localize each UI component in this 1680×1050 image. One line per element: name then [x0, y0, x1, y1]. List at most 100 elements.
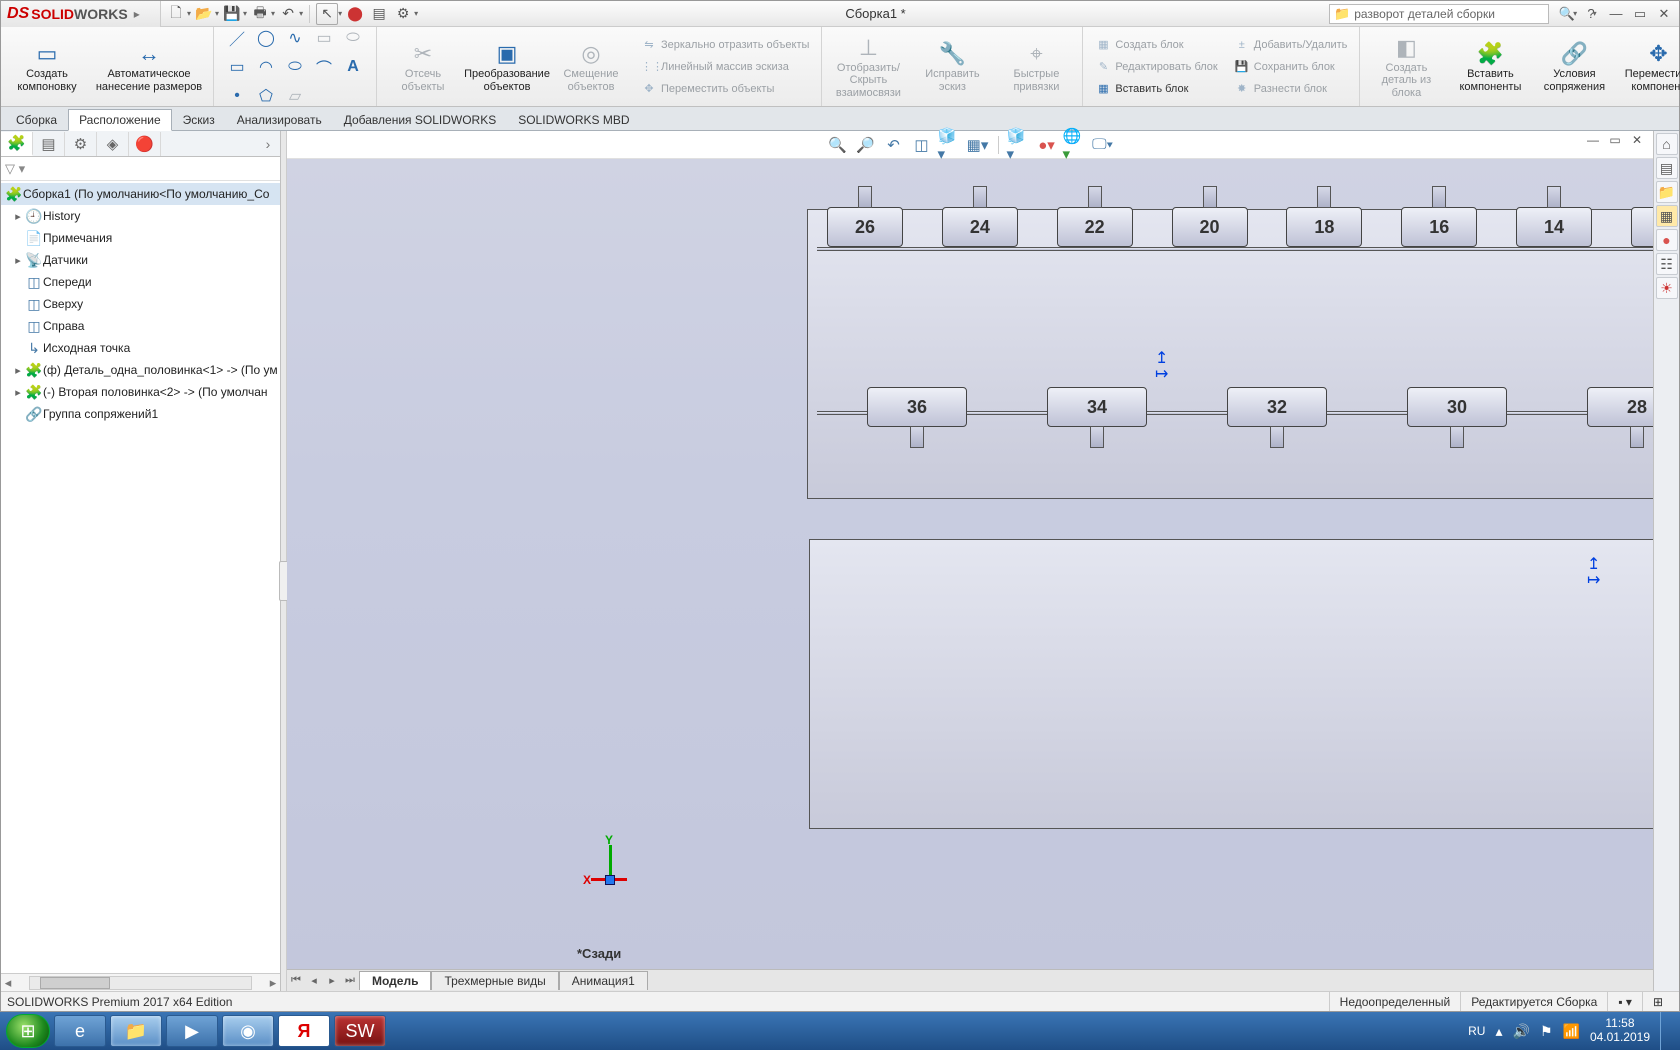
mates-button[interactable]: 🔗Условия сопряжения [1532, 27, 1616, 106]
cm-tab-2[interactable]: Эскиз [172, 109, 226, 130]
repair-sketch-button[interactable]: 🔧Исправить эскиз [910, 27, 994, 106]
save-button[interactable]: 💾 [221, 3, 243, 25]
forum-tab[interactable]: ☀ [1656, 277, 1678, 299]
mirror-button[interactable]: ⇋Зеркально отразить объекты [637, 35, 813, 55]
search-button[interactable]: 🔍▾ [1557, 4, 1579, 24]
feature-tree-tab[interactable]: 🧩 [1, 132, 33, 156]
dim-tab[interactable]: ◈ [97, 132, 129, 156]
fillet-icon[interactable]: ⌒ [311, 54, 337, 80]
new-file-button[interactable]: 🗋 [165, 3, 187, 25]
tree-item[interactable]: ▸📡Датчики [1, 249, 280, 271]
offset-button[interactable]: ◎Смещение объектов [549, 27, 633, 106]
tree-hscroll[interactable]: ◂ ▸ [1, 973, 280, 991]
tree-item[interactable]: ◫Спереди [1, 271, 280, 293]
zoom-fit-button[interactable]: 🔍 [826, 134, 850, 156]
rebuild-button[interactable]: ⬤ [344, 3, 366, 25]
cm-tab-3[interactable]: Анализировать [226, 109, 333, 130]
zoom-area-button[interactable]: 🔎 [854, 134, 878, 156]
trim-button[interactable]: ✂Отсечь объекты [381, 27, 465, 106]
make-block-button[interactable]: ▦Создать блок [1091, 35, 1221, 55]
tray-volume-icon[interactable]: 🔊 [1513, 1023, 1530, 1040]
auto-dim-button[interactable]: ↔ Автоматическое нанесение размеров [89, 27, 209, 106]
view-palette-tab[interactable]: ▦ [1656, 205, 1678, 227]
insert-block-button[interactable]: ▦Вставить блок [1091, 79, 1221, 99]
taskbar-ie[interactable]: e [54, 1015, 106, 1047]
doc-tab-1[interactable]: Трехмерные виды [431, 971, 558, 990]
ellipse-icon[interactable]: ⬭ [282, 54, 308, 80]
cm-tab-5[interactable]: SOLIDWORKS MBD [507, 109, 640, 130]
help-button[interactable]: ?▾ [1581, 4, 1603, 24]
open-file-button[interactable]: 📂 [193, 3, 215, 25]
tray-flag-icon[interactable]: ⚑ [1540, 1023, 1553, 1040]
make-part-button[interactable]: ◧Создать деталь из блока [1364, 27, 1448, 106]
tray-clock[interactable]: 11:58 04.01.2019 [1590, 1017, 1650, 1045]
taskbar-solidworks[interactable]: SW [334, 1015, 386, 1047]
model-canvas[interactable]: 2624222018161412 ↥↦ 3634323028 ↥↦ Y X *С… [287, 159, 1653, 969]
taskbar-yandex[interactable]: Я [278, 1015, 330, 1047]
status-view-button[interactable]: ⊞ [1642, 992, 1673, 1011]
section-view-button[interactable]: ◫ [910, 134, 934, 156]
rect-icon[interactable]: ▭ [311, 25, 337, 51]
property-tab[interactable]: ▤ [33, 132, 65, 156]
tree-root[interactable]: 🧩 Сборка1 (По умолчанию<По умолчанию_Со [1, 183, 280, 205]
status-unit-button[interactable]: ▪ ▾ [1607, 992, 1642, 1011]
graphics-area[interactable]: 🔍 🔎 ↶ ◫ 🧊▾ ▦▾ 🧊▾ ●▾ 🌐▾ 🖵▾ — ▭ ✕ [287, 131, 1653, 991]
tree-item[interactable]: ◫Сверху [1, 293, 280, 315]
arc-icon[interactable]: ◠ [253, 54, 279, 80]
slot-icon[interactable]: ⬭ [340, 25, 366, 51]
options-button[interactable]: ▤ [368, 3, 390, 25]
tab-nav-first[interactable]: ⏮ [287, 974, 305, 987]
show-desktop-button[interactable] [1660, 1012, 1674, 1050]
tab-nav-next[interactable]: ▸ [323, 974, 341, 987]
scene-button[interactable]: 🌐▾ [1063, 134, 1087, 156]
tree-item[interactable]: ↳Исходная точка [1, 337, 280, 359]
select-button[interactable]: ↖ [316, 3, 338, 25]
text-icon[interactable]: A [340, 54, 366, 80]
tree-filter[interactable]: ▽ ▾ [1, 157, 280, 181]
render-button[interactable]: 🖵▾ [1091, 134, 1115, 156]
config-tab[interactable]: ⚙ [65, 132, 97, 156]
mdi-min-button[interactable]: — [1583, 131, 1603, 149]
close-button[interactable]: ✕ [1653, 4, 1675, 24]
command-search[interactable]: 📁 [1329, 4, 1549, 24]
doc-tab-2[interactable]: Анимация1 [559, 971, 648, 990]
search-input[interactable] [1354, 7, 1544, 21]
show-hide-button[interactable]: ⊥Отобразить/Скрыть взаимосвязи [826, 27, 910, 106]
edit-block-button[interactable]: ✎Редактировать блок [1091, 57, 1221, 77]
create-layout-button[interactable]: ▭ Создать компоновку [5, 27, 89, 106]
tab-nav-last[interactable]: ⏭ [341, 974, 359, 987]
resources-tab[interactable]: ▤ [1656, 157, 1678, 179]
cm-tab-4[interactable]: Добавления SOLIDWORKS [333, 109, 508, 130]
taskbar-explorer[interactable]: 📁 [110, 1015, 162, 1047]
tray-up-icon[interactable]: ▴ [1495, 1023, 1502, 1040]
view-orient-button[interactable]: 🧊▾ [938, 134, 962, 156]
convert-button[interactable]: ▣Преобразование объектов [465, 27, 549, 106]
move-component-button[interactable]: ✥Переместить компонент [1616, 27, 1680, 106]
tab-nav-prev[interactable]: ◂ [305, 974, 323, 987]
home-tab[interactable]: ⌂ [1656, 133, 1678, 155]
spline-icon[interactable]: ∿ [282, 25, 308, 51]
prev-view-button[interactable]: ↶ [882, 134, 906, 156]
point-icon[interactable]: • [224, 83, 250, 109]
cm-tab-0[interactable]: Сборка [5, 109, 68, 130]
tree-item[interactable]: ▸🧩(-) Вторая половинка<2> -> (По умолчан [1, 381, 280, 403]
start-button[interactable]: ⊞ [6, 1014, 50, 1048]
cm-tab-1[interactable]: Расположение [68, 109, 172, 131]
panel-expand-button[interactable]: › [256, 136, 280, 152]
save-block-button[interactable]: 💾Сохранить блок [1230, 57, 1352, 77]
circle-icon[interactable]: ◯ [253, 25, 279, 51]
library-tab[interactable]: 📁 [1656, 181, 1678, 203]
plane-icon[interactable]: ▱ [282, 83, 308, 109]
settings-button[interactable]: ⚙ [392, 3, 414, 25]
rect2-icon[interactable]: ▭ [224, 54, 250, 80]
mdi-restore-button[interactable]: ▭ [1605, 131, 1625, 149]
tree-item[interactable]: 🔗Группа сопряжений1 [1, 403, 280, 425]
appearances-tab[interactable]: ● [1656, 229, 1678, 251]
move-entities-button[interactable]: ✥Переместить объекты [637, 79, 813, 99]
add-remove-button[interactable]: ±Добавить/Удалить [1230, 35, 1352, 55]
display-tab[interactable]: 🔴 [129, 132, 161, 156]
minimize-button[interactable]: — [1605, 4, 1627, 24]
doc-tab-0[interactable]: Модель [359, 971, 431, 990]
restore-button[interactable]: ▭ [1629, 4, 1651, 24]
line-icon[interactable]: ／ [224, 25, 250, 51]
